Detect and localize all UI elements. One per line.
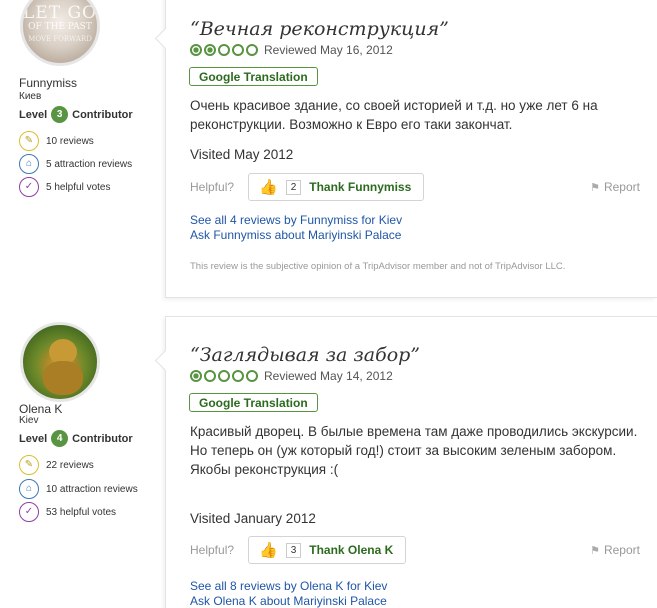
pencil-icon: ✎ <box>19 131 39 151</box>
level-suffix: Contributor <box>72 432 133 445</box>
rating-bubble <box>232 370 244 382</box>
see-all-reviews-link[interactable]: See all 4 reviews by Funnymiss for Kiev <box>190 213 402 228</box>
level-prefix: Level <box>19 432 48 445</box>
see-all-reviews-link[interactable]: See all 8 reviews by Olena K for Kiev <box>190 579 387 594</box>
rating-bubbles <box>190 370 258 382</box>
review-card: “Заглядывая за забор” Reviewed May 14, 2… <box>165 316 657 608</box>
review-card: “Вечная реконструкция” Reviewed May 16, … <box>165 0 657 298</box>
level-prefix: Level <box>19 108 48 121</box>
visited-date: Visited May 2012 <box>190 147 294 162</box>
review-date: Reviewed May 16, 2012 <box>264 43 393 57</box>
stat-reviews-text: 22 reviews <box>46 459 94 471</box>
stat-helpful-text: 5 helpful votes <box>46 181 111 193</box>
ask-member-link[interactable]: Ask Olena K about Mariyinski Palace <box>190 594 387 608</box>
thank-button[interactable]: 👍 2 Thank Funnymiss <box>248 173 425 201</box>
avatar[interactable]: LET GO OF THE PAST MOVE FORWARD <box>20 0 100 66</box>
report-label: Report <box>603 543 640 557</box>
avatar-text: LET GO <box>23 3 97 23</box>
translation-badge[interactable]: Google Translation <box>189 393 318 412</box>
thumbs-up-icon: 👍 <box>259 179 278 196</box>
visited-date: Visited January 2012 <box>190 511 316 526</box>
member-name[interactable]: Olena K <box>19 402 62 416</box>
member-level: Level 4 Contributor <box>19 430 133 447</box>
stat-reviews: ✎ 10 reviews <box>19 131 94 151</box>
rating-bubble <box>246 370 258 382</box>
review-body: Красивый дворец. В былые времена там даж… <box>190 422 640 479</box>
stat-helpful-votes: ✓ 5 helpful votes <box>19 177 111 197</box>
member-links: See all 4 reviews by Funnymiss for Kiev … <box>190 213 402 243</box>
member-name[interactable]: Funnymiss <box>19 76 77 90</box>
ask-member-link[interactable]: Ask Funnymiss about Mariyinski Palace <box>190 228 402 243</box>
member-level: Level 3 Contributor <box>19 106 133 123</box>
rating-bubble <box>204 370 216 382</box>
thank-button[interactable]: 👍 3 Thank Olena K <box>248 536 407 564</box>
level-badge: 4 <box>51 430 69 447</box>
avatar-text: OF THE PAST <box>28 22 92 32</box>
stat-attraction-text: 5 attraction reviews <box>46 158 133 170</box>
flag-icon: ⚑ <box>590 181 600 194</box>
helpful-label: Helpful? <box>190 180 235 194</box>
review-date: Reviewed May 14, 2012 <box>264 369 393 383</box>
member-links: See all 8 reviews by Olena K for Kiev As… <box>190 579 387 608</box>
report-label: Report <box>603 180 640 194</box>
flag-icon: ⚑ <box>590 544 600 557</box>
rating-bubbles <box>190 44 258 56</box>
rating-bubble <box>218 370 230 382</box>
rating-bubble <box>232 44 244 56</box>
review-body-line: Якобы реконструкция :( <box>190 462 339 477</box>
thank-label: Thank Funnymiss <box>309 180 412 194</box>
level-badge: 3 <box>51 106 69 123</box>
stat-reviews: ✎ 22 reviews <box>19 455 94 475</box>
thank-count: 3 <box>285 542 302 558</box>
rating-bubble <box>218 44 230 56</box>
member-location: Киев <box>19 91 42 102</box>
rating-bubble <box>204 44 216 56</box>
report-button[interactable]: ⚑ Report <box>590 180 640 194</box>
pencil-icon: ✎ <box>19 455 39 475</box>
member-location: Kiev <box>19 415 39 426</box>
avatar-text: MOVE FORWARD <box>28 35 92 43</box>
report-button[interactable]: ⚑ Report <box>590 543 640 557</box>
helpful-row: Helpful? 👍 3 Thank Olena K ⚑ Report <box>190 535 640 565</box>
thank-label: Thank Olena K <box>309 543 394 557</box>
rating-row: Reviewed May 14, 2012 <box>190 369 393 383</box>
review-title[interactable]: “Вечная реконструкция” <box>190 18 449 40</box>
stat-helpful-text: 53 helpful votes <box>46 506 117 518</box>
stat-attraction-reviews: ⌂ 10 attraction reviews <box>19 479 138 499</box>
level-suffix: Contributor <box>72 108 133 121</box>
thank-count: 2 <box>285 179 302 195</box>
landmark-icon: ⌂ <box>19 479 39 499</box>
avatar[interactable] <box>20 322 100 402</box>
stat-helpful-votes: ✓ 53 helpful votes <box>19 502 116 522</box>
helpful-label: Helpful? <box>190 543 235 557</box>
helpful-row: Helpful? 👍 2 Thank Funnymiss ⚑ Report <box>190 172 640 202</box>
disclaimer: This review is the subjective opinion of… <box>190 261 566 272</box>
rating-bubble <box>190 370 202 382</box>
thumbs-up-icon: ✓ <box>19 177 39 197</box>
thumbs-up-icon: ✓ <box>19 502 39 522</box>
review-body-line: Красивый дворец. В былые времена там даж… <box>190 424 638 439</box>
landmark-icon: ⌂ <box>19 154 39 174</box>
review-title[interactable]: “Заглядывая за забор” <box>190 344 420 366</box>
review-2: Olena K Kiev Level 4 Contributor ✎ 22 re… <box>0 312 657 608</box>
review-1: LET GO OF THE PAST MOVE FORWARD Funnymis… <box>0 0 657 300</box>
stat-attraction-reviews: ⌂ 5 attraction reviews <box>19 154 132 174</box>
stat-reviews-text: 10 reviews <box>46 135 94 147</box>
thumbs-up-icon: 👍 <box>259 542 278 559</box>
rating-row: Reviewed May 16, 2012 <box>190 43 393 57</box>
translation-badge[interactable]: Google Translation <box>189 67 318 86</box>
review-body: Очень красивое здание, со своей историей… <box>190 98 598 132</box>
stat-attraction-text: 10 attraction reviews <box>46 483 138 495</box>
review-body-line: Но теперь он (уж который год!) стоит за … <box>190 443 617 458</box>
rating-bubble <box>246 44 258 56</box>
rating-bubble <box>190 44 202 56</box>
